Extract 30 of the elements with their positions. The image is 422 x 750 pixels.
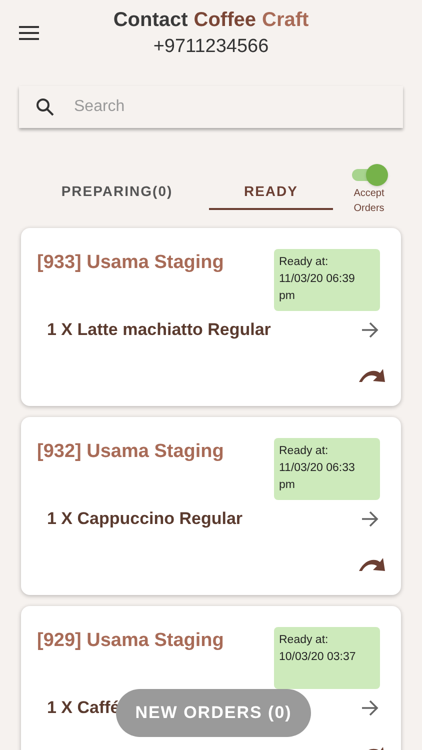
order-title: [932] Usama Staging [37, 440, 224, 464]
title-word: Craft [262, 8, 309, 33]
arrow-right-icon[interactable] [361, 510, 379, 527]
ready-time-text: pm [279, 478, 296, 493]
order-item: 1 X Latte machiatto Regular [47, 319, 271, 341]
ready-time-text: 11/03/20 06:33 [279, 461, 356, 476]
ready-time-text: Ready at: [279, 444, 330, 459]
ready-time-text: Ready at: [279, 633, 330, 648]
ready-time-text: pm [279, 289, 296, 304]
title-word: Coffee [194, 8, 256, 33]
search-icon [36, 98, 54, 116]
order-title: [933] Usama Staging [37, 251, 224, 275]
phone-number: +9711234566 [153, 35, 269, 59]
order-title: [929] Usama Staging [37, 629, 224, 653]
ready-time-text: 10/03/20 03:37 [279, 650, 357, 665]
ready-time-text: Ready at: [279, 255, 330, 270]
tab[interactable]: PREPARING(0) [37, 168, 197, 210]
tab[interactable]: READY [209, 168, 333, 210]
toggle-label: Accept [354, 187, 384, 201]
toggle-label: Orders [354, 202, 384, 216]
menu-icon[interactable] [19, 25, 39, 41]
order-item: 1 X Cappuccino Regular [47, 508, 243, 530]
ready-time-text: 11/03/20 06:39 [279, 272, 356, 287]
order-card[interactable]: [932] Usama Staging Ready at: 11/03/20 06:33 pm 1 X Cappuccino Regular [21, 417, 401, 595]
search-field[interactable]: Search [19, 86, 403, 128]
order-card[interactable]: [933] Usama Staging Ready at: 11/03/20 06:39 pm 1 X Latte machiatto Regular [21, 228, 401, 406]
arrow-right-icon[interactable] [361, 322, 379, 338]
toggle-switch[interactable] [350, 164, 388, 186]
title-word: Contact [113, 8, 188, 33]
arrow-right-icon[interactable] [361, 700, 379, 716]
